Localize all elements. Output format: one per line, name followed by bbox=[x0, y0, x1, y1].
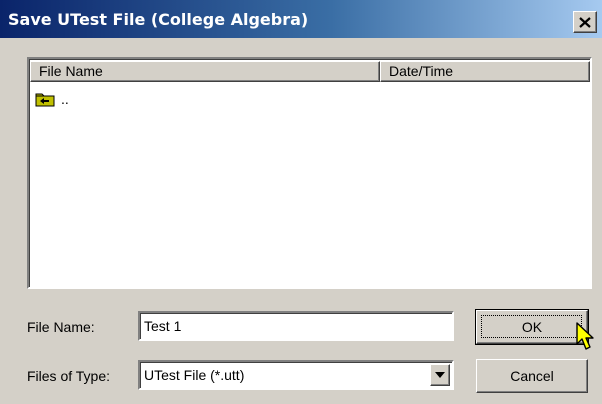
ok-button[interactable]: OK bbox=[475, 309, 589, 345]
close-button[interactable] bbox=[573, 11, 597, 33]
column-header-file-name[interactable]: File Name bbox=[30, 61, 380, 82]
focus-rect bbox=[481, 315, 582, 338]
list-item[interactable]: .. bbox=[35, 89, 69, 109]
file-name-label: File Name: bbox=[27, 319, 95, 335]
title-bar: Save UTest File (College Algebra) bbox=[0, 0, 602, 38]
column-header-date-time[interactable]: Date/Time bbox=[380, 61, 590, 82]
file-type-value: UTest File (*.utt) bbox=[144, 367, 245, 383]
close-icon bbox=[579, 16, 591, 28]
list-item-name: .. bbox=[61, 91, 69, 107]
file-name-input[interactable]: Test 1 bbox=[138, 311, 454, 341]
file-type-label: Files of Type: bbox=[27, 368, 111, 384]
window-title: Save UTest File (College Algebra) bbox=[8, 10, 309, 29]
cancel-label: Cancel bbox=[510, 368, 554, 384]
cancel-button[interactable]: Cancel bbox=[476, 359, 588, 393]
file-list[interactable]: File Name Date/Time .. bbox=[27, 57, 592, 289]
chevron-down-icon bbox=[435, 372, 445, 378]
mouse-cursor-icon bbox=[576, 322, 594, 350]
folder-up-icon bbox=[35, 93, 55, 107]
file-type-dropdown-button[interactable] bbox=[430, 364, 450, 386]
file-type-select[interactable]: UTest File (*.utt) bbox=[138, 360, 454, 390]
